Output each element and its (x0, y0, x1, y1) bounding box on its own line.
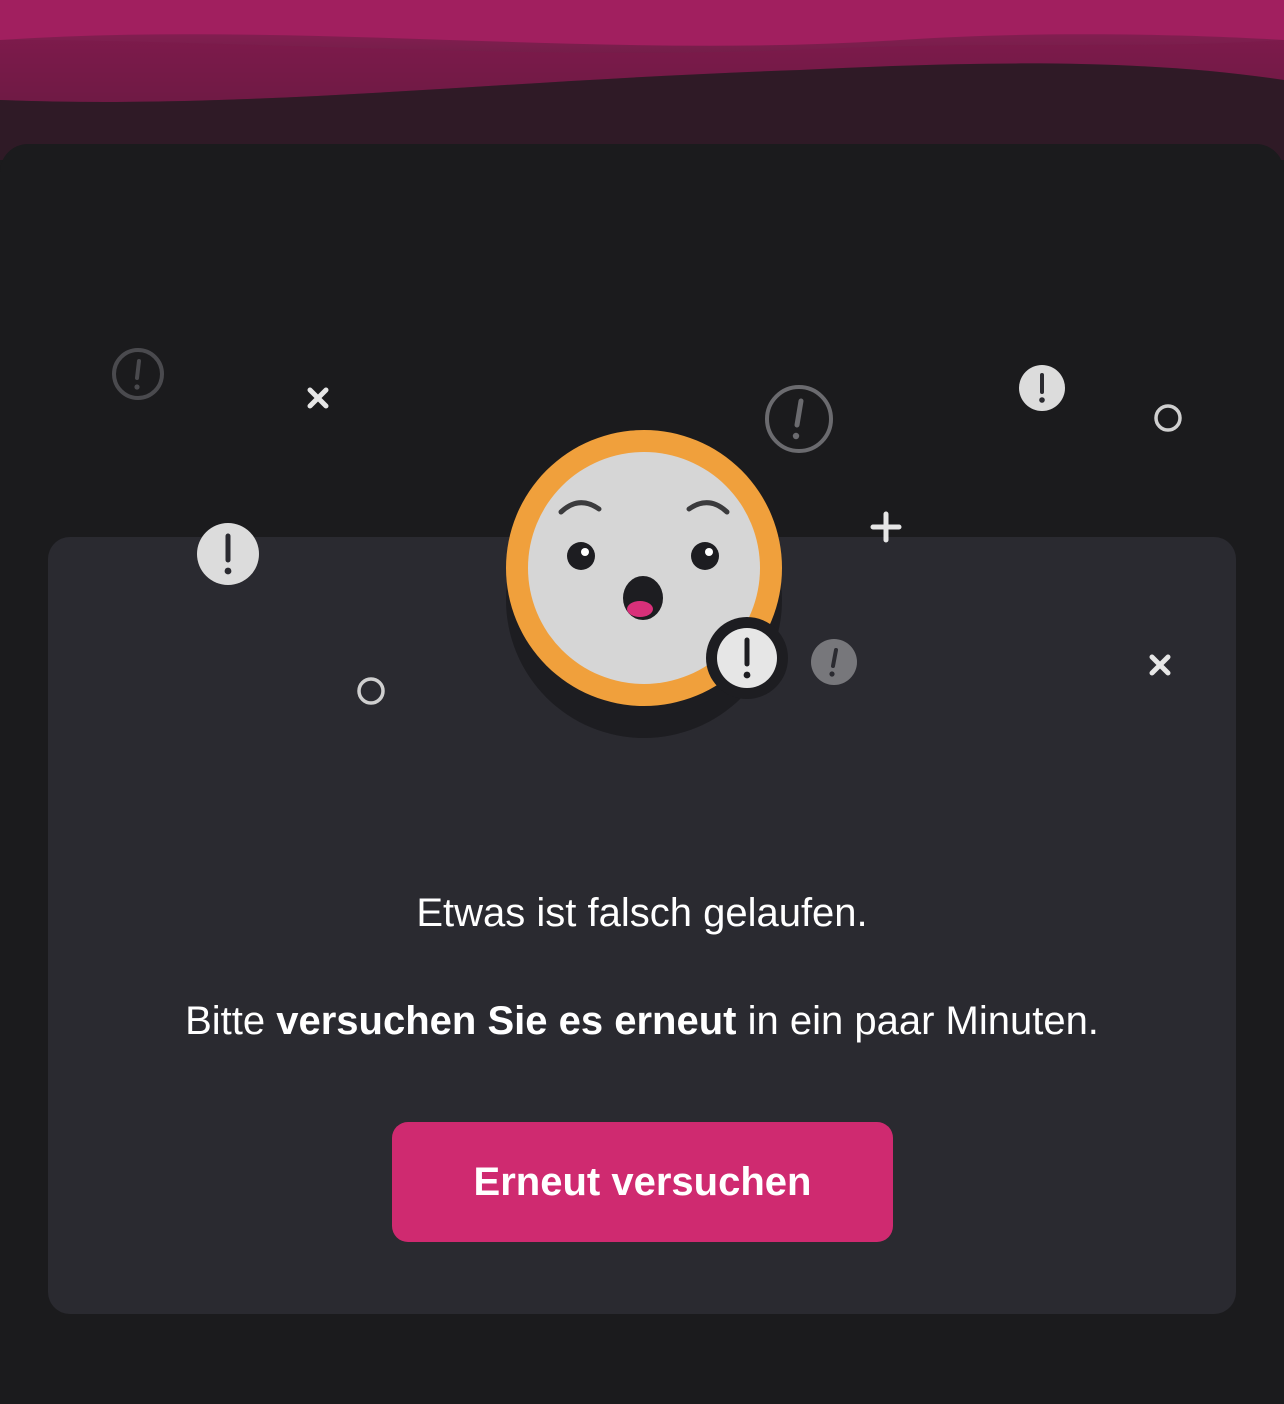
header-wave-decoration (0, 0, 1284, 160)
error-title: Etwas ist falsch gelaufen. (416, 891, 868, 935)
error-illustration (112, 348, 1182, 738)
circle-icon (1154, 404, 1182, 432)
exclamation-icon (706, 617, 788, 699)
plus-icon (870, 511, 902, 543)
error-message-bold: versuchen Sie es erneut (276, 999, 737, 1043)
close-icon (1149, 654, 1171, 676)
error-message-end: in ein paar Minuten. (747, 999, 1099, 1043)
circle-icon (357, 677, 385, 705)
close-icon (307, 387, 329, 409)
exclamation-icon (112, 348, 164, 400)
exclamation-icon (811, 639, 857, 685)
exclamation-icon (1019, 365, 1065, 411)
exclamation-icon (197, 523, 259, 585)
retry-button[interactable]: Erneut versuchen (392, 1122, 893, 1242)
error-message: Bitte versuchen Sie es erneut in ein paa… (0, 996, 1284, 1046)
error-message-start: Bitte (185, 999, 266, 1043)
exclamation-icon (765, 385, 833, 453)
